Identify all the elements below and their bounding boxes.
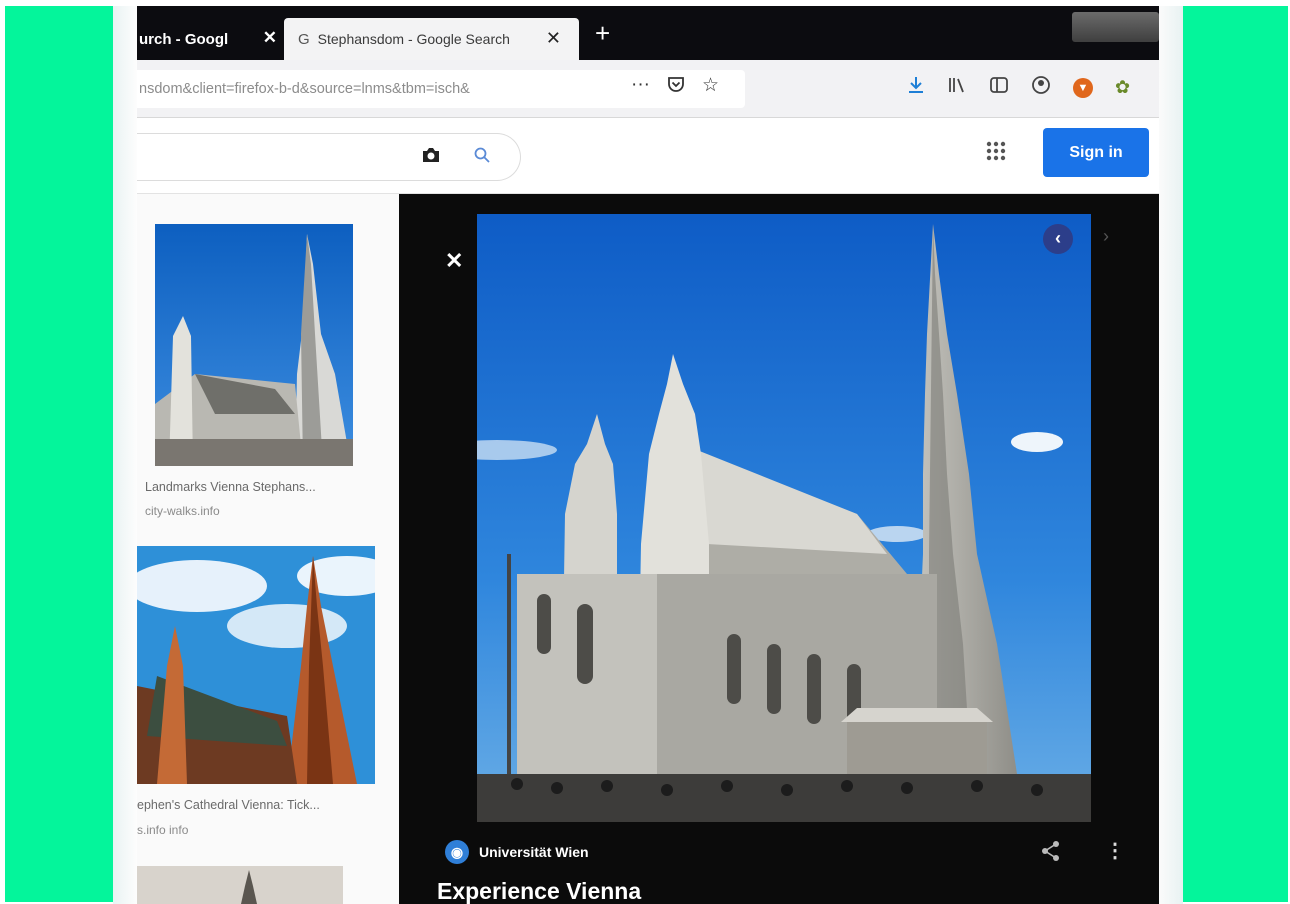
pocket-icon[interactable] <box>666 74 686 100</box>
image-title[interactable]: Experience Vienna <box>437 878 641 904</box>
bookmark-star-icon[interactable]: ☆ <box>702 74 719 100</box>
close-icon[interactable]: ✕ <box>445 248 463 274</box>
tab-close-icon[interactable]: ✕ <box>546 28 561 49</box>
result-source[interactable]: city-walks.info <box>145 504 220 518</box>
tab-close-icon[interactable]: ✕ <box>263 28 277 48</box>
search-icon[interactable] <box>473 146 491 169</box>
monitor-bezel-left <box>113 6 137 904</box>
monitor-bezel-right <box>1159 6 1183 904</box>
sign-in-button[interactable]: Sign in <box>1043 128 1149 177</box>
left-background-panel <box>5 6 113 902</box>
search-input[interactable] <box>137 133 521 181</box>
new-tab-button[interactable]: + <box>595 18 610 49</box>
image-viewer-panel: ✕ ‹ › ◉ Universität Wien ⋮ Experience Vi… <box>399 194 1159 904</box>
library-icon[interactable] <box>947 76 967 99</box>
share-icon[interactable] <box>1041 840 1061 868</box>
tab-previous-search[interactable]: urch - Googl ✕ <box>137 18 283 60</box>
more-options-icon[interactable]: ⋮ <box>1105 838 1125 863</box>
globe-icon: ◉ <box>445 840 469 864</box>
next-image-button[interactable]: › <box>1103 226 1109 247</box>
sidebar-icon[interactable] <box>989 76 1009 99</box>
result-caption[interactable]: ephen's Cathedral Vienna: Tick... <box>137 798 320 812</box>
browser-window: urch - Googl ✕ G Stephansdom - Google Se… <box>137 6 1159 904</box>
result-thumbnail[interactable] <box>137 866 343 904</box>
image-source-link[interactable]: ◉ Universität Wien <box>445 840 589 864</box>
google-favicon-icon: G <box>298 30 310 48</box>
window-controls[interactable] <box>1072 12 1159 42</box>
result-thumbnail[interactable] <box>155 224 353 466</box>
tab-strip: urch - Googl ✕ G Stephansdom - Google Se… <box>137 6 1159 60</box>
address-bar[interactable]: nsdom&client=firefox-b-d&source=lnms&tbm… <box>137 70 745 108</box>
result-thumbnail[interactable] <box>137 546 375 784</box>
result-source[interactable]: s.info info <box>137 823 188 837</box>
url-text[interactable]: nsdom&client=firefox-b-d&source=lnms&tbm… <box>137 81 587 97</box>
account-icon[interactable] <box>1031 75 1051 100</box>
tab-label: Stephansdom - Google Search <box>317 31 510 47</box>
tab-stephansdom[interactable]: G Stephansdom - Google Search ✕ <box>284 18 579 60</box>
result-caption[interactable]: Landmarks Vienna Stephans... <box>145 480 316 494</box>
apps-grid-icon[interactable] <box>985 140 1007 162</box>
extension2-icon[interactable]: ✿ <box>1115 77 1130 98</box>
right-background-panel <box>1183 6 1288 902</box>
camera-icon[interactable] <box>421 146 441 170</box>
image-results-column: Landmarks Vienna Stephans... city-walks.… <box>137 194 399 904</box>
more-icon[interactable]: ··· <box>631 74 650 100</box>
google-header: Sign in <box>137 118 1159 194</box>
tab-label: urch - Googl <box>139 30 229 48</box>
previous-image-button[interactable]: ‹ <box>1043 224 1073 254</box>
browser-toolbar: nsdom&client=firefox-b-d&source=lnms&tbm… <box>137 60 1159 118</box>
extension-icon[interactable]: ▼ <box>1073 77 1093 98</box>
preview-image[interactable] <box>477 214 1091 822</box>
source-name: Universität Wien <box>479 844 589 860</box>
download-icon[interactable] <box>907 75 925 100</box>
